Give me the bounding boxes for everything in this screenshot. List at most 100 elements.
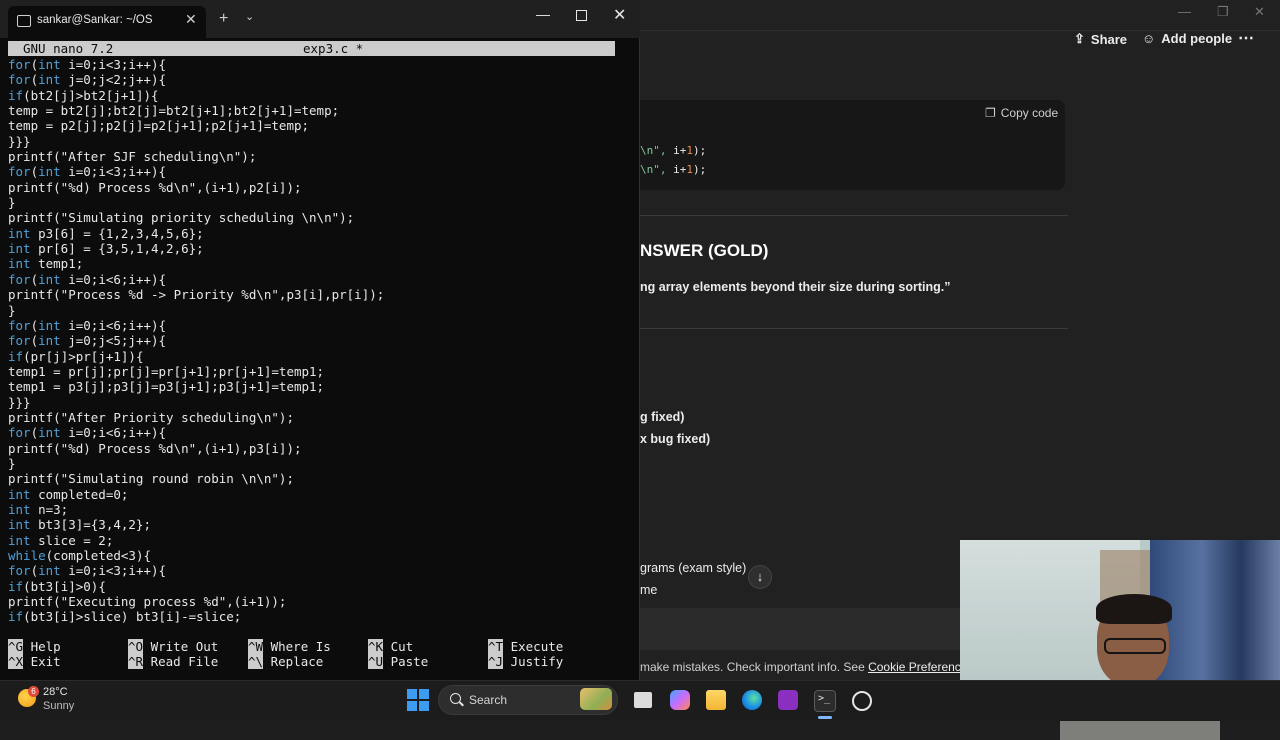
browser-titlebar: — ❐ ✕ (640, 0, 1280, 30)
weather-temperature[interactable]: 28°C (43, 686, 68, 698)
code-line: if(bt3[i]>0){ (8, 578, 106, 594)
divider (640, 215, 1068, 216)
code-snippet-line: \n", i+1); (640, 144, 707, 157)
code-line: temp1 = pr[j];pr[j]=pr[j+1];pr[j+1]=temp… (8, 363, 325, 379)
code-line: int completed=0; (8, 486, 129, 502)
search-highlight-icon[interactable] (580, 688, 612, 710)
edge-browser-icon[interactable] (742, 690, 762, 710)
code-line: printf("After Priority scheduling\n"); (8, 409, 294, 425)
share-icon: ⇪ (1074, 31, 1085, 46)
code-line: int p3[6] = {1,2,3,4,5,6}; (8, 225, 204, 241)
shortcut-write-out: ^O Write Out (128, 639, 218, 654)
webcam-person-glasses (1104, 638, 1166, 654)
shortcut-exit: ^X Exit (8, 654, 61, 670)
shortcut-replace: ^\ Replace (248, 654, 323, 670)
code-line: for(int i=0;i<3;i++){ (8, 563, 167, 579)
code-line: printf("After SJF scheduling\n"); (8, 149, 257, 165)
shortcut-justify: ^J Justify (488, 654, 564, 670)
shortcut-key: ^G (8, 639, 24, 654)
nano-version: GNU nano 7.2 (23, 41, 114, 56)
cookie-preferences-link[interactable]: Cookie Preferences (868, 660, 973, 674)
shortcut-paste: ^U Paste (368, 654, 429, 670)
onenote-icon[interactable] (778, 690, 798, 710)
suggestion-fragment[interactable]: grams (exam style) (640, 561, 746, 575)
list-item-fragment: x bug fixed) (640, 432, 711, 446)
chevron-down-icon[interactable]: ⌄ (245, 10, 254, 23)
terminal-tab[interactable]: sankar@Sankar: ~/OS ✕ (8, 6, 206, 38)
code-line: temp = bt2[j];bt2[j]=bt2[j+1];bt2[j+1]=t… (8, 103, 340, 119)
code-line: for(int i=0;i<6;i++){ (8, 425, 167, 441)
shortcut-label: Where Is (263, 639, 331, 654)
shortcut-key: ^R (128, 654, 144, 670)
share-button[interactable]: ⇪ Share (1074, 31, 1127, 47)
search-label: Search (469, 693, 508, 707)
code-line: for(int i=0;i<3;i++){ (8, 57, 167, 72)
file-explorer-icon[interactable] (706, 690, 726, 710)
shortcut-read-file: ^R Read File (128, 654, 218, 670)
webcam-person-hair (1096, 594, 1172, 624)
list-item-fragment: g fixed) (640, 410, 685, 424)
divider (640, 328, 1068, 329)
code-line: for(int i=0;i<6;i++){ (8, 271, 167, 287)
code-line: if(bt2[j]>bt2[j+1]){ (8, 87, 159, 103)
shortcut-key: ^W (248, 639, 264, 654)
suggestion-fragment[interactable]: me (640, 583, 657, 597)
code-line: int temp1; (8, 256, 84, 272)
code-editor[interactable]: for(int i=0;i<3;i++){for(int j=0;j<2;j++… (8, 57, 384, 625)
add-person-icon: ☺ (1142, 31, 1156, 46)
active-app-indicator (818, 716, 832, 719)
shortcut-label: Execute (503, 639, 564, 654)
nano-title-bar: GNU nano 7.2 exp3.c * (8, 41, 615, 56)
shortcut-label: Paste (383, 654, 429, 670)
more-options-button[interactable]: ⋯ (1238, 28, 1255, 48)
code-line: printf("Simulating priority scheduling \… (8, 210, 355, 226)
shortcut-where-is: ^W Where Is (248, 639, 331, 654)
code-line: int slice = 2; (8, 532, 114, 548)
shortcut-label: Help (23, 639, 61, 654)
code-line: if(pr[j]>pr[j+1]){ (8, 348, 144, 364)
shortcut-label: Justify (503, 654, 564, 670)
shortcut-key: ^X (8, 654, 24, 670)
shortcut-cut: ^K Cut (368, 639, 413, 654)
shortcut-key: ^T (488, 639, 504, 654)
copy-icon: ❐ (985, 106, 996, 120)
code-line: int bt3[3]={3,4,2}; (8, 517, 151, 533)
code-line: }}} (8, 133, 31, 149)
maximize-icon[interactable] (576, 10, 587, 21)
minimize-icon[interactable]: — (536, 6, 550, 22)
task-view-icon[interactable] (634, 692, 652, 708)
code-line: for(int i=0;i<3;i++){ (8, 164, 167, 180)
shortcut-key: ^\ (248, 654, 264, 670)
minimize-icon[interactable]: — (1178, 4, 1191, 19)
answer-quote: ng array elements beyond their size duri… (640, 280, 951, 294)
shortcut-key: ^J (488, 654, 504, 670)
code-line: printf("%d) Process %d\n",(i+1),p3[i]); (8, 440, 302, 456)
add-people-button[interactable]: ☺ Add people (1142, 31, 1232, 46)
copilot-icon[interactable] (670, 690, 690, 710)
weather-description[interactable]: Sunny (43, 700, 74, 712)
terminal-icon (17, 15, 31, 27)
close-tab-icon[interactable]: ✕ (185, 11, 197, 28)
answer-heading: NSWER (GOLD) (640, 241, 769, 260)
terminal-app-icon[interactable] (814, 690, 836, 712)
start-button[interactable] (407, 689, 429, 711)
shortcut-execute: ^T Execute (488, 639, 563, 654)
close-icon[interactable]: ✕ (613, 5, 626, 25)
code-line: }}} (8, 394, 31, 410)
terminal-tab-bar: sankar@Sankar: ~/OS ✕ + ⌄ — ✕ (0, 0, 640, 38)
shortcut-key: ^U (368, 654, 384, 670)
code-line: for(int i=0;i<6;i++){ (8, 317, 167, 333)
code-line: for(int j=0;j<2;j++){ (8, 72, 167, 88)
code-line: if(bt3[i]>slice) bt3[i]-=slice; (8, 609, 242, 625)
close-icon[interactable]: ✕ (1254, 4, 1265, 20)
shortcut-label: Write Out (143, 639, 219, 654)
terminal-window[interactable]: sankar@Sankar: ~/OS ✕ + ⌄ — ✕ GNU nano 7… (0, 0, 640, 680)
chatgpt-icon[interactable] (852, 691, 872, 711)
code-line: } (8, 195, 16, 211)
copy-code-button[interactable]: ❐ Copy code (985, 106, 1058, 120)
maximize-icon[interactable]: ❐ (1217, 4, 1229, 20)
scroll-down-icon[interactable]: ↓ (748, 565, 772, 589)
shortcut-label: Exit (23, 654, 61, 670)
code-line: for(int j=0;j<5;j++){ (8, 333, 167, 349)
new-tab-icon[interactable]: + (219, 10, 228, 28)
